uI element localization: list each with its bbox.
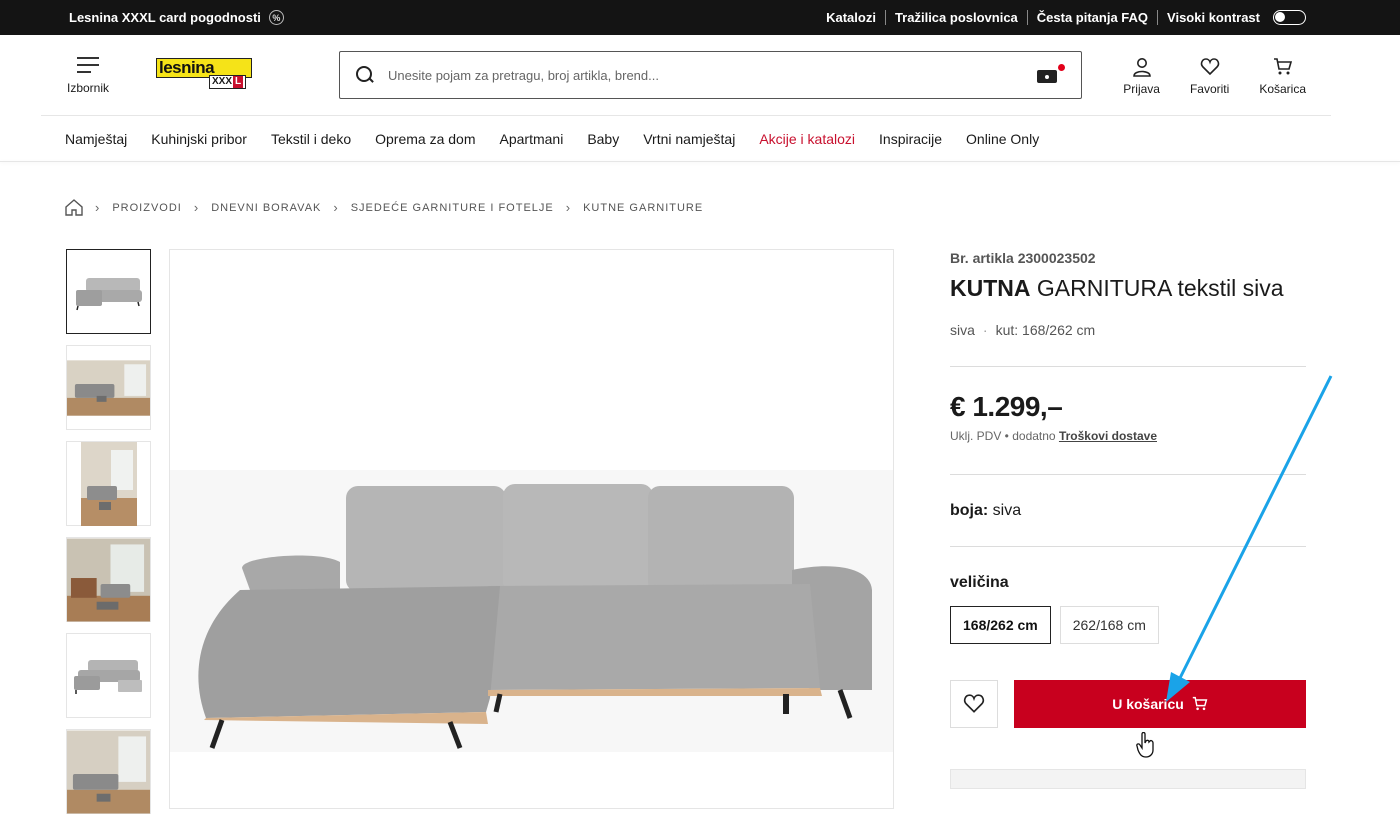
thumbnail[interactable] bbox=[66, 441, 151, 526]
breadcrumb-item[interactable]: PROIZVODI bbox=[112, 202, 182, 214]
nav-item-oprema-za-dom[interactable]: Oprema za dom bbox=[375, 131, 475, 147]
search-bar bbox=[339, 51, 1082, 99]
high-contrast-label: Visoki kontrast bbox=[1157, 10, 1269, 25]
main-product-image[interactable] bbox=[169, 249, 894, 809]
thumbnail[interactable] bbox=[66, 249, 151, 334]
size-option-selected[interactable]: 168/262 cm bbox=[950, 606, 1051, 644]
user-icon bbox=[1132, 58, 1151, 77]
nav-item-apartmani[interactable]: Apartmani bbox=[500, 131, 564, 147]
add-to-cart-button[interactable]: U košaricu bbox=[1014, 680, 1306, 728]
thumbnail-list bbox=[66, 249, 151, 825]
cart-label: Košarica bbox=[1259, 82, 1306, 96]
store-finder-link[interactable]: Tražilica poslovnica bbox=[884, 10, 1027, 25]
product-title: KUTNA GARNITURA tekstil siva bbox=[950, 275, 1284, 301]
add-to-favorites-button[interactable] bbox=[950, 680, 998, 728]
nav-item-akcije-i-katalozi[interactable]: Akcije i katalozi bbox=[759, 131, 855, 147]
favorites-button[interactable]: Favoriti bbox=[1190, 57, 1229, 96]
nav-item-inspiracije[interactable]: Inspiracije bbox=[879, 131, 942, 147]
search-icon[interactable] bbox=[356, 66, 374, 84]
home-icon[interactable] bbox=[65, 199, 83, 216]
add-to-cart-label: U košaricu bbox=[1112, 696, 1184, 712]
divider bbox=[950, 546, 1306, 547]
size-label: veličina bbox=[950, 574, 1009, 591]
breadcrumb-item[interactable]: SJEDEĆE GARNITURE I FOTELJE bbox=[351, 202, 554, 214]
promo-label[interactable]: Lesnina XXXL card pogodnosti bbox=[69, 10, 261, 25]
catalogs-link[interactable]: Katalozi bbox=[817, 10, 885, 25]
cart-button[interactable]: Košarica bbox=[1259, 57, 1306, 96]
nav-item-namjestaj[interactable]: Namještaj bbox=[65, 131, 127, 147]
heart-icon bbox=[1200, 58, 1219, 76]
search-input[interactable] bbox=[388, 67, 1037, 83]
sofa-image bbox=[170, 470, 893, 752]
heart-icon bbox=[963, 694, 985, 713]
nav-item-tekstil-i-deko[interactable]: Tekstil i deko bbox=[271, 131, 351, 147]
thumbnail[interactable] bbox=[66, 537, 151, 622]
meta-size: kut: 168/262 cm bbox=[995, 322, 1096, 338]
chevron-right-icon: › bbox=[95, 200, 101, 215]
promo-link[interactable]: Lesnina XXXL card pogodnosti % bbox=[69, 10, 284, 25]
chevron-right-icon: › bbox=[333, 200, 339, 215]
hamburger-icon bbox=[77, 57, 99, 73]
main-nav: Namještaj Kuhinjski pribor Tekstil i dek… bbox=[41, 115, 1331, 161]
room-thumbnail-image bbox=[67, 538, 150, 621]
thumbnail[interactable] bbox=[66, 729, 151, 814]
favorites-label: Favoriti bbox=[1189, 82, 1230, 96]
shipping-cost-link[interactable]: Troškovi dostave bbox=[1059, 429, 1157, 443]
chevron-right-icon: › bbox=[565, 200, 572, 215]
percent-icon: % bbox=[268, 10, 284, 25]
nav-item-baby[interactable]: Baby bbox=[587, 131, 619, 147]
room-thumbnail-image bbox=[67, 359, 150, 416]
sofa-thumbnail-image bbox=[75, 277, 142, 310]
nav-item-online-only[interactable]: Online Only bbox=[966, 131, 1039, 147]
nav-item-vrtni-namjestaj[interactable]: Vrtni namještaj bbox=[643, 131, 735, 147]
high-contrast-toggle[interactable] bbox=[1273, 10, 1306, 25]
menu-label: Izbornik bbox=[66, 81, 110, 95]
login-label: Prijava bbox=[1123, 82, 1160, 96]
login-button[interactable]: Prijava bbox=[1123, 57, 1160, 96]
top-bar: Lesnina XXXL card pogodnosti % Katalozi … bbox=[0, 0, 1400, 35]
price: € 1.299,– bbox=[950, 391, 1063, 422]
thumbnail[interactable] bbox=[66, 633, 151, 718]
cart-icon bbox=[1192, 696, 1208, 711]
hand-cursor-icon bbox=[1136, 732, 1154, 758]
faq-link[interactable]: Česta pitanja FAQ bbox=[1026, 10, 1157, 25]
color-selection: boja: siva bbox=[950, 502, 1022, 519]
vat-info: Uklj. PDV • dodatno Troškovi dostave bbox=[950, 429, 1157, 443]
divider bbox=[950, 366, 1306, 367]
info-panel bbox=[950, 769, 1306, 789]
divider bbox=[950, 474, 1306, 475]
size-option[interactable]: 262/168 cm bbox=[1059, 606, 1159, 644]
header: Izbornik lesnina XXXL Prijava Favoriti K… bbox=[0, 35, 1400, 115]
product-info: Br. artikla 2300023502 KUTNA GARNITURA t… bbox=[950, 250, 1306, 789]
product-meta: siva · kut: 168/262 cm bbox=[950, 322, 1096, 338]
room-thumbnail-image bbox=[80, 441, 137, 526]
thumbnail[interactable] bbox=[66, 345, 151, 430]
nav-item-kuhinjski-pribor[interactable]: Kuhinjski pribor bbox=[151, 131, 247, 147]
breadcrumb-item[interactable]: DNEVNI BORAVAK bbox=[211, 202, 321, 214]
notification-dot bbox=[1058, 64, 1065, 71]
camera-search-icon[interactable] bbox=[1037, 64, 1065, 83]
logo-xxxl: XXX L bbox=[209, 75, 247, 89]
sofa-bed-thumbnail-image bbox=[73, 659, 142, 694]
article-number: Br. artikla 2300023502 bbox=[950, 250, 1096, 266]
breadcrumb: › PROIZVODI › DNEVNI BORAVAK › SJEDEĆE G… bbox=[65, 199, 703, 216]
meta-color: siva bbox=[950, 322, 975, 338]
menu-button[interactable]: Izbornik bbox=[65, 57, 111, 95]
room-thumbnail-image bbox=[67, 730, 150, 813]
chevron-right-icon: › bbox=[193, 200, 200, 215]
logo[interactable]: lesnina XXX L bbox=[156, 58, 252, 90]
breadcrumb-item[interactable]: KUTNE GARNITURE bbox=[583, 202, 703, 214]
cart-icon bbox=[1273, 58, 1292, 75]
